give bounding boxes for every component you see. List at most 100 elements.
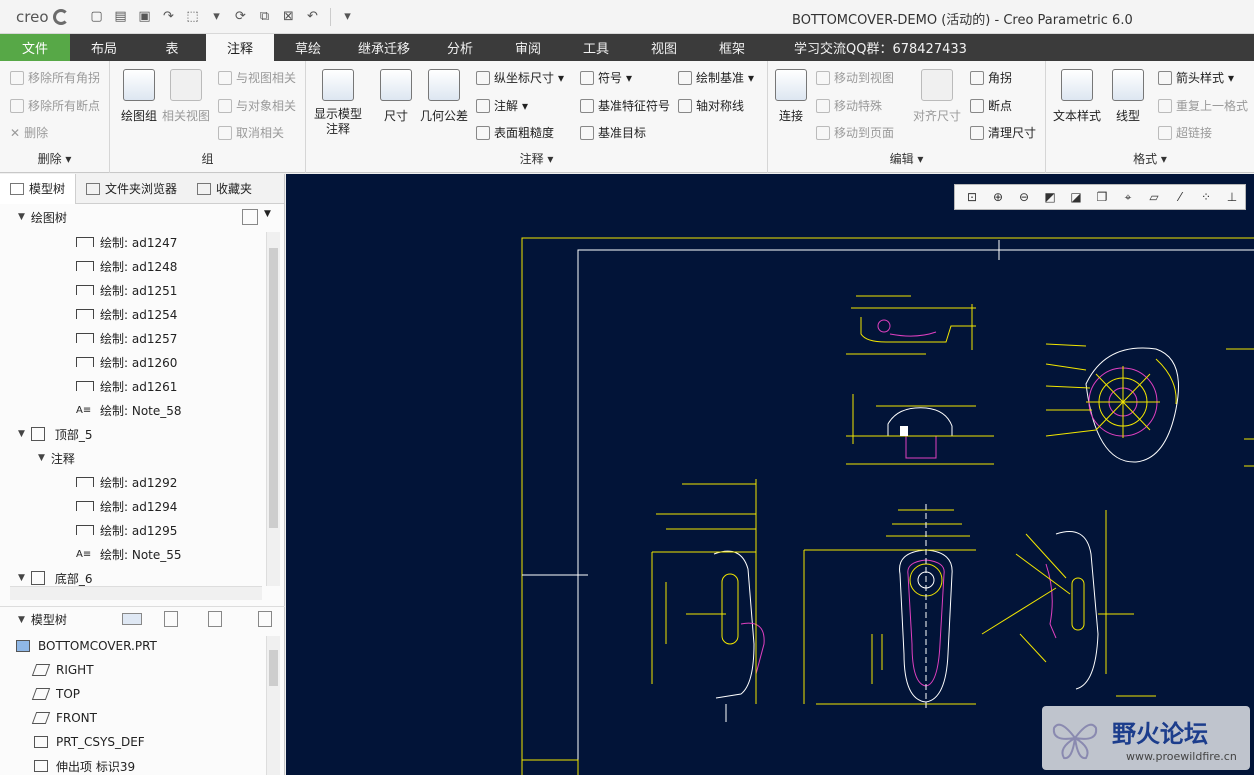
show-model-annotations-button[interactable]: 显示模型注释 (310, 69, 366, 137)
tree-item[interactable]: 绘制: ad1295 (76, 518, 177, 542)
connect-button[interactable]: 连接 (772, 69, 810, 124)
ordinate-dimension-button[interactable]: 纵坐标尺寸 ▾ (476, 69, 564, 86)
drawing-tree-scrollbar[interactable] (266, 232, 280, 586)
tree-settings-icon[interactable] (242, 209, 258, 225)
tree-item[interactable]: 绘制: ad1254 (76, 302, 177, 326)
break-button[interactable]: 断点 (970, 97, 1012, 114)
tab-layout[interactable]: 布局 (70, 34, 138, 61)
drawing-sheet[interactable] (286, 174, 1254, 775)
tree-item[interactable]: 绘制: ad1294 (76, 494, 177, 518)
symbol-button[interactable]: 符号 ▾ (580, 69, 632, 86)
scrollbar-thumb[interactable] (269, 248, 278, 528)
geometric-tolerance-button[interactable]: 几何公差 (418, 69, 470, 124)
zoom-in-icon[interactable]: ⊕ (987, 188, 1009, 206)
refit-icon[interactable]: ⊡ (961, 188, 983, 206)
close-window-icon[interactable]: ⊠ (279, 7, 299, 27)
axis-display-icon[interactable]: ⁄ (1169, 188, 1191, 206)
arrow-style-button[interactable]: 箭头样式 ▾ (1158, 69, 1234, 86)
model-tree-item[interactable]: RIGHT (31, 658, 94, 682)
delete-button[interactable]: ✕ 删除 (10, 124, 48, 141)
collapse-triangle-icon[interactable]: ▼ (18, 573, 25, 583)
dimension-button[interactable]: 尺寸 (376, 69, 416, 124)
scrollbar-thumb[interactable] (269, 650, 278, 686)
drawing-tree-header[interactable]: ▼ 绘图树 ▼ (0, 204, 285, 230)
tree-item[interactable]: 绘制: ad1247 (76, 230, 177, 254)
customize-dropdown-icon[interactable]: ▾ (338, 7, 358, 27)
collapse-triangle-icon[interactable]: ▼ (18, 429, 25, 439)
new-file-icon[interactable]: ▢ (87, 7, 107, 27)
repeat-last-format-button[interactable]: 重复上一格式 (1158, 97, 1248, 114)
model-tree-item[interactable]: PRT_CSYS_DEF (34, 730, 145, 754)
plane-display-icon[interactable]: ▱ (1143, 188, 1165, 206)
cleanup-dimensions-button[interactable]: 清理尺寸 (970, 124, 1036, 141)
axis-symmetry-line-button[interactable]: 轴对称线 (678, 97, 744, 114)
repaint-icon[interactable]: ◩ (1039, 188, 1061, 206)
select-box-icon[interactable]: ⬚ (183, 7, 203, 27)
group-label-format[interactable]: 格式 ▾ (1046, 150, 1254, 167)
zoom-out-icon[interactable]: ⊖ (1013, 188, 1035, 206)
datum-target-button[interactable]: 基准目标 (580, 124, 646, 141)
model-tree-item[interactable]: TOP (31, 682, 80, 706)
pin-icon[interactable] (258, 611, 272, 627)
display-style-icon[interactable]: ◪ (1065, 188, 1087, 206)
point-display-icon[interactable]: ⁘ (1195, 188, 1217, 206)
tree-item[interactable]: 绘制: ad1260 (76, 350, 177, 374)
collapse-triangle-icon[interactable]: ▼ (18, 212, 25, 222)
tree-item[interactable]: ▼ 注释 (38, 446, 75, 470)
tab-model-tree[interactable]: 模型树 (0, 173, 77, 204)
draw-group-button[interactable]: 绘图组 (116, 69, 162, 124)
hyperlink-button[interactable]: 超链接 (1158, 124, 1212, 141)
tree-item[interactable]: 绘制: ad1257 (76, 326, 177, 350)
tree-item[interactable]: 绘制: ad1261 (76, 374, 177, 398)
drawing-tree-hscrollbar[interactable] (10, 586, 262, 600)
model-tree-item[interactable]: 伸出项 标识39 (34, 754, 135, 775)
relate-to-view-button[interactable]: 与视图相关 (218, 69, 296, 86)
tab-review[interactable]: 审阅 (494, 34, 562, 61)
tab-table[interactable]: 表 (138, 34, 206, 61)
model-tree-item[interactable]: BOTTOMCOVER.PRT (16, 634, 157, 658)
move-to-view-button[interactable]: 移动到视图 (816, 69, 894, 86)
chevron-down-icon[interactable]: ▾ (207, 7, 227, 27)
csys-display-icon[interactable]: ⊥ (1221, 188, 1243, 206)
align-dimensions-button[interactable]: 对齐尺寸 (910, 69, 964, 124)
note-button[interactable]: 注解 ▾ (476, 97, 528, 114)
tab-annotate[interactable]: 注释 (206, 34, 274, 61)
windows-icon[interactable]: ⧉ (255, 7, 275, 27)
tab-file[interactable]: 文件 (0, 34, 70, 61)
tab-legacy-migration[interactable]: 继承迁移 (342, 34, 426, 61)
regenerate-icon[interactable]: ⟳ (231, 7, 251, 27)
chevron-down-icon[interactable]: ▼ (264, 209, 271, 219)
text-style-button[interactable]: 文本样式 (1050, 69, 1104, 124)
tab-frame[interactable]: 框架 (698, 34, 766, 61)
sheets-icon[interactable]: ❐ (1091, 188, 1113, 206)
model-tree-scrollbar[interactable] (266, 636, 280, 775)
tab-folder-browser[interactable]: 文件夹浏览器 (76, 174, 187, 204)
tree-item[interactable]: 绘制: ad1251 (76, 278, 177, 302)
redo-icon[interactable]: ↷ (159, 7, 179, 27)
group-label-edit[interactable]: 编辑 ▾ (768, 150, 1045, 167)
tab-tools[interactable]: 工具 (562, 34, 630, 61)
settings-icon[interactable] (208, 611, 222, 627)
tab-view[interactable]: 视图 (630, 34, 698, 61)
tree-item[interactable]: ▼ 顶部_5 (18, 422, 93, 446)
save-icon[interactable]: ▣ (135, 7, 155, 27)
datum-display-icon[interactable]: ⌖ (1117, 188, 1139, 206)
move-to-sheet-button[interactable]: 移动到页面 (816, 124, 894, 141)
datum-feature-symbol-button[interactable]: 基准特征符号 (580, 97, 670, 114)
tab-favorites[interactable]: 收藏夹 (187, 174, 262, 204)
remove-all-breaks-button[interactable]: 移除所有断点 (10, 97, 100, 114)
open-folder-icon[interactable]: ▤ (111, 7, 131, 27)
jog-button[interactable]: 角拐 (970, 69, 1012, 86)
tree-item[interactable]: A≡ 绘制: Note_55 (76, 542, 182, 566)
drawing-canvas[interactable]: ⊡ ⊕ ⊖ ◩ ◪ ❐ ⌖ ▱ ⁄ ⁘ ⊥ 野火论坛 www.proewildf… (286, 174, 1254, 775)
expand-triangle-icon[interactable]: ▼ (38, 453, 45, 463)
model-tree-header[interactable]: ▼ 模型树 (0, 606, 285, 632)
tree-item[interactable]: 绘制: ad1292 (76, 470, 177, 494)
tree-item[interactable]: A≡ 绘制: Note_58 (76, 398, 182, 422)
tree-item[interactable]: 绘制: ad1248 (76, 254, 177, 278)
filter-icon[interactable] (122, 613, 142, 625)
related-view-button[interactable]: 相关视图 (160, 69, 212, 124)
group-label-delete[interactable]: 删除 ▾ (0, 150, 109, 167)
collapse-triangle-icon[interactable]: ▼ (18, 615, 25, 625)
tab-sketch[interactable]: 草绘 (274, 34, 342, 61)
